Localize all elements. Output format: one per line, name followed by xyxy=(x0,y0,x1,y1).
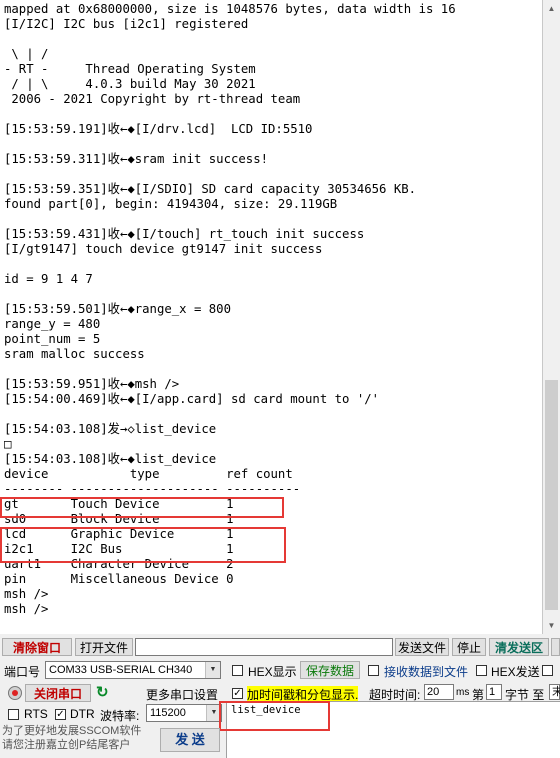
scroll-down-arrow-icon[interactable]: ▼ xyxy=(543,617,560,634)
terminal-line: [15:53:59.431]收←◆[I/touch] rt_touch init… xyxy=(4,227,365,241)
send-button[interactable]: 发 送 xyxy=(160,728,220,752)
timestamp-checkbox[interactable]: ✓ xyxy=(232,688,243,699)
terminal-line: device type ref count xyxy=(4,467,293,481)
scrollbar-thumb[interactable] xyxy=(545,380,558,610)
baud-label: 波特率: xyxy=(100,709,140,723)
terminal-line: i2c1 I2C Bus 1 xyxy=(4,542,234,556)
terminal-line: sram malloc success xyxy=(4,347,145,361)
port-label: 端口号 xyxy=(4,665,41,679)
hex-display-checkbox[interactable] xyxy=(232,665,243,676)
send-textarea[interactable]: list_device xyxy=(226,701,560,758)
terminal-line: [15:53:59.951]收←◆msh /> xyxy=(4,377,180,391)
terminal-line: [15:53:59.501]收←◆range_x = 800 xyxy=(4,302,231,316)
terminal-line: -------- -------------------- ---------- xyxy=(4,482,301,496)
chevron-down-icon: ▼ xyxy=(205,662,220,678)
port-select[interactable]: COM33 USB-SERIAL CH340 ▼ xyxy=(45,661,221,679)
toolbar-overflow-button[interactable] xyxy=(551,638,560,656)
baud-select-value: 115200 xyxy=(150,707,186,719)
send-text-value: list_device xyxy=(231,704,301,716)
scroll-up-arrow-icon[interactable]: ▲ xyxy=(543,0,560,17)
stop-button[interactable]: 停止 xyxy=(452,638,486,656)
recv-to-file-checkbox[interactable] xyxy=(368,665,379,676)
terminal-line: pin Miscellaneous Device 0 xyxy=(4,572,234,586)
more-settings-link[interactable]: 更多串口设置 xyxy=(146,686,218,703)
terminal-line: msh /> xyxy=(4,587,49,601)
receive-terminal[interactable]: mapped at 0x68000000, size is 1048576 by… xyxy=(0,0,543,634)
recv-to-file-label: 接收数据到文件 xyxy=(384,665,469,679)
terminal-line: lcd Graphic Device 1 xyxy=(4,527,234,541)
terminal-line: id = 9 1 4 7 xyxy=(4,272,93,286)
terminal-line: msh /> xyxy=(4,602,49,616)
terminal-line: \ | / xyxy=(4,47,49,61)
promo-line-2: 请您注册嘉立创P结尾客户 xyxy=(2,739,131,751)
clear-send-area-button[interactable]: 清发送区 xyxy=(489,638,549,656)
hex-send-checkbox[interactable] xyxy=(476,665,487,676)
file-path-input[interactable] xyxy=(135,638,393,656)
terminal-line: [15:53:59.311]收←◆sram init success! xyxy=(4,152,269,166)
chevron-down-icon: ▼ xyxy=(206,705,221,721)
refresh-icon[interactable]: ↻ xyxy=(96,683,109,701)
terminal-line: [15:53:59.351]收←◆[I/SDIO] SD card capaci… xyxy=(4,182,417,196)
save-data-button[interactable]: 保存数据 xyxy=(300,661,360,679)
terminal-scrollbar[interactable]: ▲ ▼ xyxy=(543,0,560,634)
terminal-line: found part[0], begin: 4194304, size: 29.… xyxy=(4,197,338,211)
terminal-line: [15:54:03.108]收←◆list_device xyxy=(4,452,217,466)
toolbar: 清除窗口 打开文件 发送文件 停止 清发送区 xyxy=(0,636,560,658)
terminal-line: range_y = 480 xyxy=(4,317,101,331)
terminal-line: sd0 Block Device 1 xyxy=(4,512,234,526)
terminal-line: [15:54:03.108]发→◇list_device xyxy=(4,422,217,436)
terminal-line: [15:53:59.191]收←◆[I/drv.lcd] LCD ID:5510 xyxy=(4,122,313,136)
timeout-unit: ms xyxy=(456,687,470,698)
rts-label: RTS xyxy=(24,707,48,721)
terminal-line: [I/gt9147] touch device gt9147 init succ… xyxy=(4,242,323,256)
terminal-line: gt Touch Device 1 xyxy=(4,497,234,511)
send-file-button[interactable]: 发送文件 xyxy=(395,638,449,656)
terminal-line: [15:54:00.469]收←◆[I/app.card] sd card mo… xyxy=(4,392,380,406)
terminal-line: mapped at 0x68000000, size is 1048576 by… xyxy=(4,2,456,16)
port-status-icon xyxy=(8,686,22,700)
close-port-button[interactable]: 关闭串口 xyxy=(25,684,91,702)
hex-send-label: HEX发送 xyxy=(491,665,540,679)
terminal-line: / | \ 4.0.3 build May 30 2021 xyxy=(4,77,256,91)
open-file-button[interactable]: 打开文件 xyxy=(75,638,133,656)
terminal-line: [I/I2C] I2C bus [i2c1] registered xyxy=(4,17,249,31)
terminal-output: mapped at 0x68000000, size is 1048576 by… xyxy=(4,2,456,617)
extra-option-checkbox[interactable] xyxy=(542,665,553,676)
clear-window-button[interactable]: 清除窗口 xyxy=(2,638,72,656)
hex-display-label: HEX显示 xyxy=(248,665,297,679)
timeout-input[interactable]: 20 xyxy=(424,684,454,700)
dtr-checkbox[interactable]: ✓ xyxy=(55,709,66,720)
terminal-line: point_num = 5 xyxy=(4,332,101,346)
terminal-line: uart1 Character Device 2 xyxy=(4,557,234,571)
end-input[interactable]: 末 xyxy=(549,684,560,700)
baud-select[interactable]: 115200 ▼ xyxy=(146,704,222,722)
dtr-label: DTR xyxy=(70,707,95,721)
promo-text: 为了更好地发展SSCOM软件 请您注册嘉立创P结尾客户 xyxy=(2,724,141,752)
terminal-line: 2006 - 2021 Copyright by rt-thread team xyxy=(4,92,301,106)
frame-start-input[interactable]: 1 xyxy=(486,684,502,700)
port-select-value: COM33 USB-SERIAL CH340 xyxy=(49,664,193,676)
terminal-line: □ xyxy=(4,437,12,451)
rts-checkbox[interactable] xyxy=(8,709,19,720)
terminal-line: - RT - Thread Operating System xyxy=(4,62,256,76)
promo-line-1: 为了更好地发展SSCOM软件 xyxy=(2,725,142,737)
